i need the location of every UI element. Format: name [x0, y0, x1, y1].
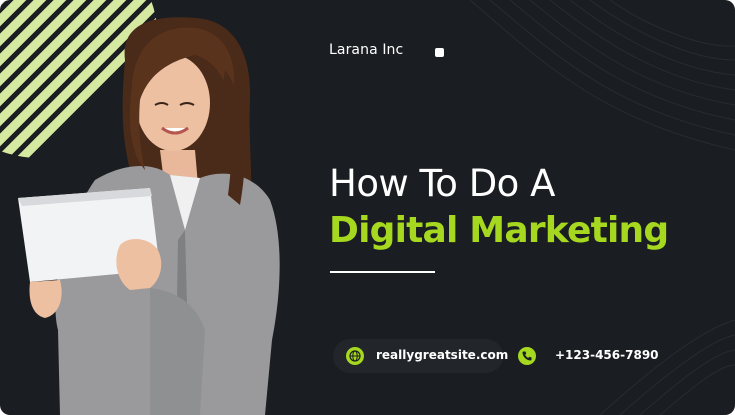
brand-square-icon: [435, 48, 444, 57]
phone-number[interactable]: +123-456-7890: [555, 348, 659, 362]
company-name: Larana Inc: [329, 42, 404, 58]
marketing-banner: Larana Inc How To Do A Digital Marketing…: [0, 0, 735, 415]
website-link[interactable]: reallygreatsite.com: [376, 348, 508, 362]
headline-line-2: Digital Marketing: [329, 210, 669, 251]
globe-icon: [346, 347, 364, 365]
divider-line: [330, 271, 435, 273]
phone-icon: [518, 347, 536, 365]
headline-line-1: How To Do A: [329, 162, 555, 205]
